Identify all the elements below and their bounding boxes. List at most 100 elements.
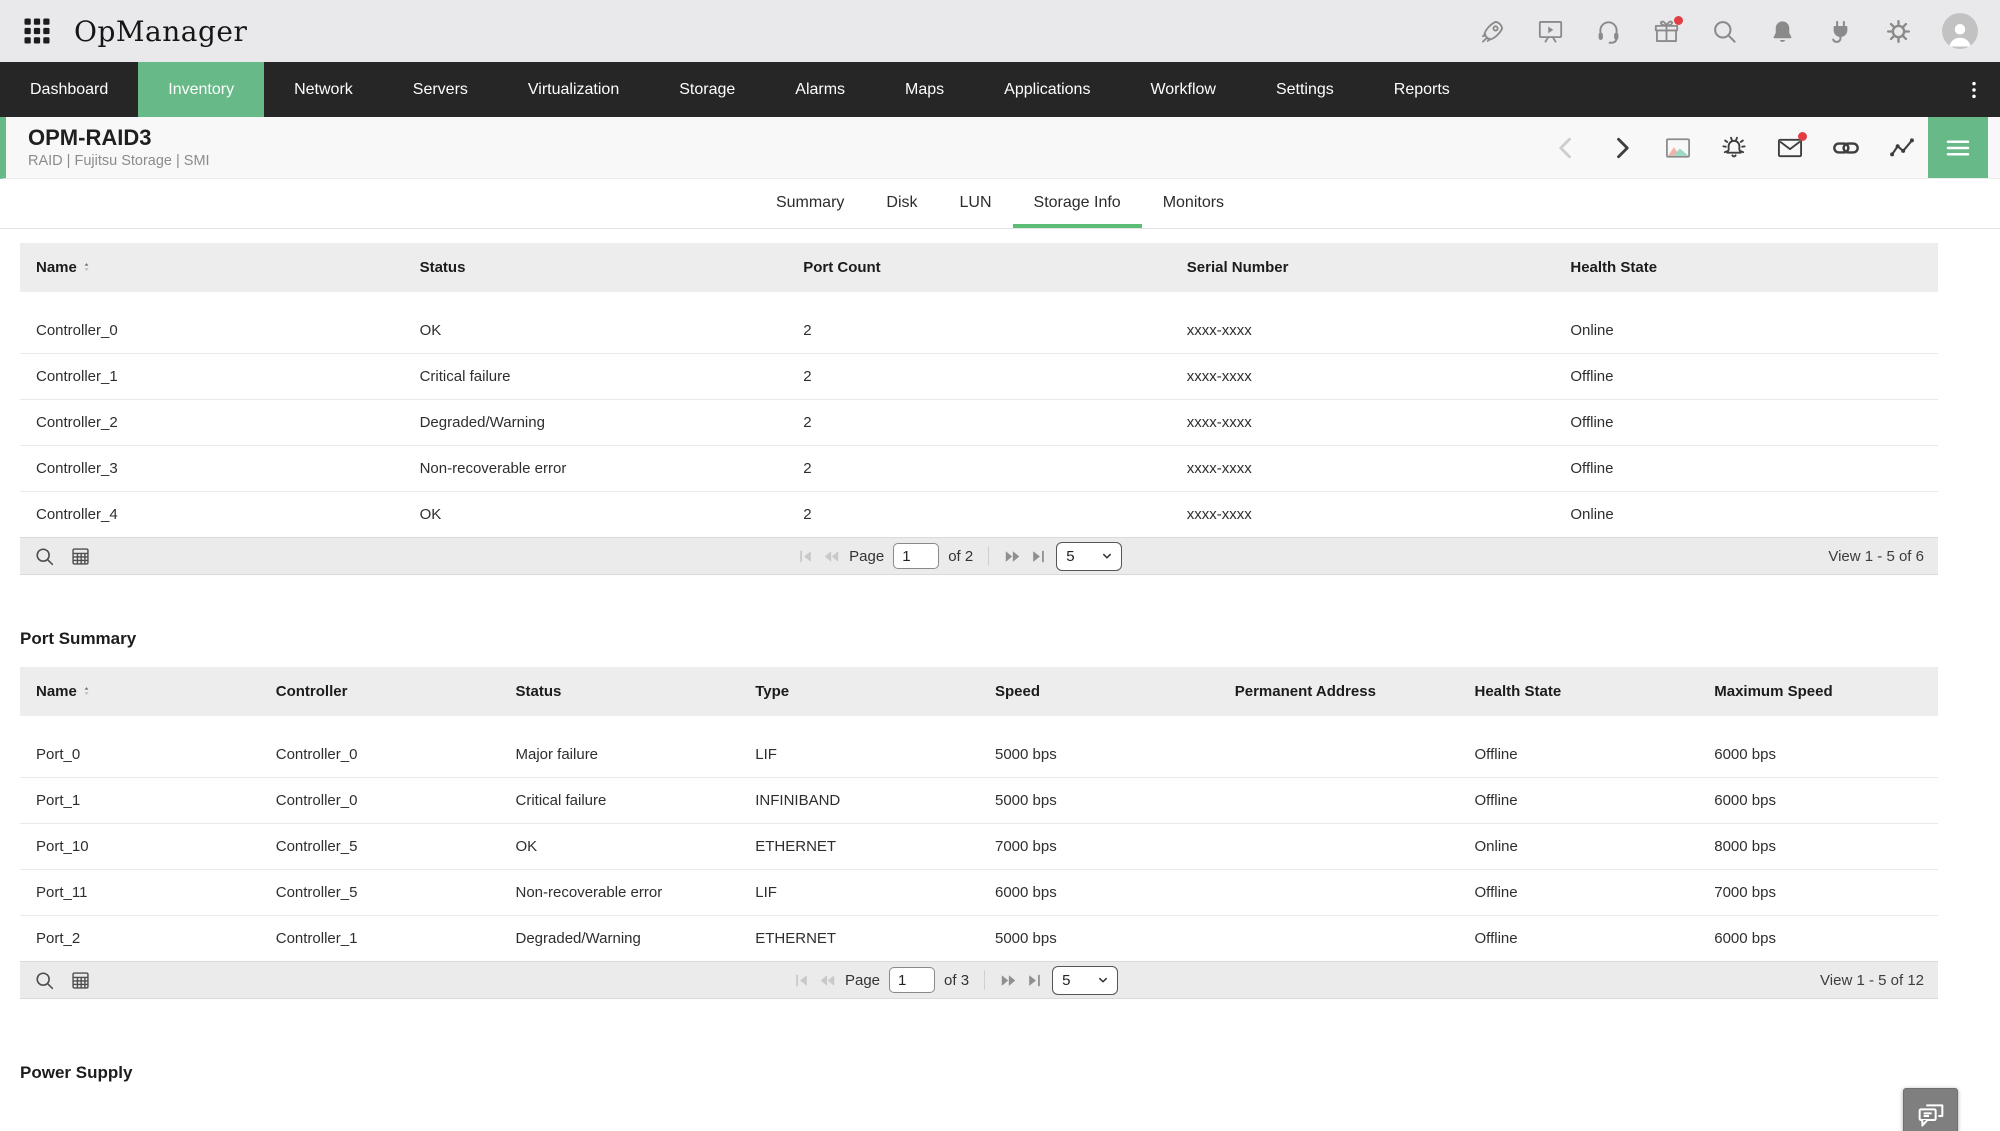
page-input[interactable] [889,967,935,993]
cell-status: OK [404,308,788,354]
image-icon[interactable] [1664,134,1692,162]
device-name: OPM-RAID3 [28,126,210,150]
nav-item-reports[interactable]: Reports [1364,62,1480,117]
column-header-health-state[interactable]: Health State [1459,667,1699,716]
chevron-left-icon[interactable] [1552,134,1580,162]
column-header-status[interactable]: Status [404,243,788,292]
nav-item-virtualization[interactable]: Virtualization [498,62,649,117]
column-chooser-icon[interactable] [70,546,91,567]
table-row[interactable]: Port_0Controller_0Major failureLIF5000 b… [20,732,1938,778]
port-table-section: NameControllerStatusTypeSpeedPermanent A… [20,667,1938,999]
nav-item-dashboard[interactable]: Dashboard [0,62,138,117]
notification-badge [1674,16,1683,25]
next-page-button[interactable] [1000,972,1017,989]
cell-name: Port_1 [20,778,260,824]
tab-lun[interactable]: LUN [939,179,1013,228]
tab-monitors[interactable]: Monitors [1142,179,1245,228]
nav-item-workflow[interactable]: Workflow [1120,62,1246,117]
previous-page-button[interactable] [819,972,836,989]
last-page-button[interactable] [1026,972,1043,989]
alarm-bell-icon[interactable] [1720,134,1748,162]
table-search-icon[interactable] [34,970,55,991]
column-header-status[interactable]: Status [500,667,740,716]
nav-item-inventory[interactable]: Inventory [138,62,264,117]
envelope-icon[interactable] [1776,134,1804,162]
presentation-icon[interactable] [1537,18,1564,45]
chevron-right-icon[interactable] [1608,134,1636,162]
link-icon[interactable] [1832,134,1860,162]
table-row[interactable]: Controller_4OK2xxxx-xxxxOnline [20,492,1938,538]
feedback-chat-button[interactable] [1903,1088,1958,1131]
cell-type: LIF [739,870,979,916]
column-header-health-state[interactable]: Health State [1554,243,1938,292]
cell-status: OK [404,492,788,538]
last-page-button[interactable] [1030,548,1047,565]
table-row[interactable]: Port_2Controller_1Degraded/WarningETHERN… [20,916,1938,962]
column-header-maximum-speed[interactable]: Maximum Speed [1698,667,1938,716]
device-header: OPM-RAID3 RAID | Fujitsu Storage | SMI [0,117,2000,179]
nav-item-storage[interactable]: Storage [649,62,765,117]
cell-health-state: Online [1459,824,1699,870]
tab-storage-info[interactable]: Storage Info [1013,179,1142,228]
table-row[interactable]: Controller_0OK2xxxx-xxxxOnline [20,308,1938,354]
table-row[interactable]: Controller_1Critical failure2xxxx-xxxxOf… [20,354,1938,400]
device-actions [1552,117,1916,178]
page-input[interactable] [893,543,939,569]
table-row[interactable]: Port_11Controller_5Non-recoverable error… [20,870,1938,916]
column-header-name[interactable]: Name [20,667,260,716]
divider [984,970,985,990]
table-search-icon[interactable] [34,546,55,567]
next-page-button[interactable] [1004,548,1021,565]
nav-item-alarms[interactable]: Alarms [765,62,875,117]
plug-icon[interactable] [1827,18,1854,45]
column-header-permanent-address[interactable]: Permanent Address [1219,667,1459,716]
gear-icon[interactable] [1885,18,1912,45]
rocket-icon[interactable] [1479,18,1506,45]
gift-icon[interactable] [1653,18,1680,45]
topbar-icons [1479,18,1912,45]
search-icon[interactable] [1711,18,1738,45]
column-header-type[interactable]: Type [739,667,979,716]
headset-icon[interactable] [1595,18,1622,45]
nav-item-servers[interactable]: Servers [383,62,498,117]
nav-overflow-kebab-icon[interactable] [1948,62,2000,117]
cell-status: Degraded/Warning [500,916,740,962]
previous-page-button[interactable] [823,548,840,565]
table-row[interactable]: Port_1Controller_0Critical failureINFINI… [20,778,1938,824]
view-range-label: View 1 - 5 of 12 [1820,972,1924,989]
apps-grid-icon[interactable] [22,16,52,46]
tab-disk[interactable]: Disk [865,179,938,228]
column-chooser-icon[interactable] [70,970,91,991]
user-avatar[interactable] [1942,13,1978,49]
cell-name: Port_0 [20,732,260,778]
column-header-name[interactable]: Name [20,243,404,292]
bell-icon[interactable] [1769,18,1796,45]
tab-summary[interactable]: Summary [755,179,865,228]
table-row[interactable]: Controller_3Non-recoverable error2xxxx-x… [20,446,1938,492]
cell-permanent-address [1219,870,1459,916]
table-row[interactable]: Controller_2Degraded/Warning2xxxx-xxxxOf… [20,400,1938,446]
nav-item-settings[interactable]: Settings [1246,62,1364,117]
first-page-button[interactable] [793,972,810,989]
nav-item-network[interactable]: Network [264,62,383,117]
nav-item-applications[interactable]: Applications [974,62,1120,117]
nav-item-maps[interactable]: Maps [875,62,974,117]
column-header-serial-number[interactable]: Serial Number [1171,243,1555,292]
cell-status: Critical failure [404,354,788,400]
cell-serial-number: xxxx-xxxx [1171,446,1555,492]
opmanager-app: OpManager DashboardInventoryNetworkServe… [0,0,2000,1131]
page-size-select[interactable]: 5 [1056,542,1122,571]
cell-health-state: Offline [1459,916,1699,962]
column-header-port-count[interactable]: Port Count [787,243,1171,292]
column-header-controller[interactable]: Controller [260,667,500,716]
device-menu-button[interactable] [1928,117,1988,178]
cell-health-state: Offline [1459,870,1699,916]
cell-name: Controller_0 [20,308,404,354]
table-row[interactable]: Port_10Controller_5OKETHERNET7000 bpsOnl… [20,824,1938,870]
page-size-select[interactable]: 5 [1052,966,1118,995]
cell-controller: Controller_0 [260,778,500,824]
column-header-speed[interactable]: Speed [979,667,1219,716]
cell-status: Non-recoverable error [500,870,740,916]
graph-icon[interactable] [1888,134,1916,162]
first-page-button[interactable] [797,548,814,565]
